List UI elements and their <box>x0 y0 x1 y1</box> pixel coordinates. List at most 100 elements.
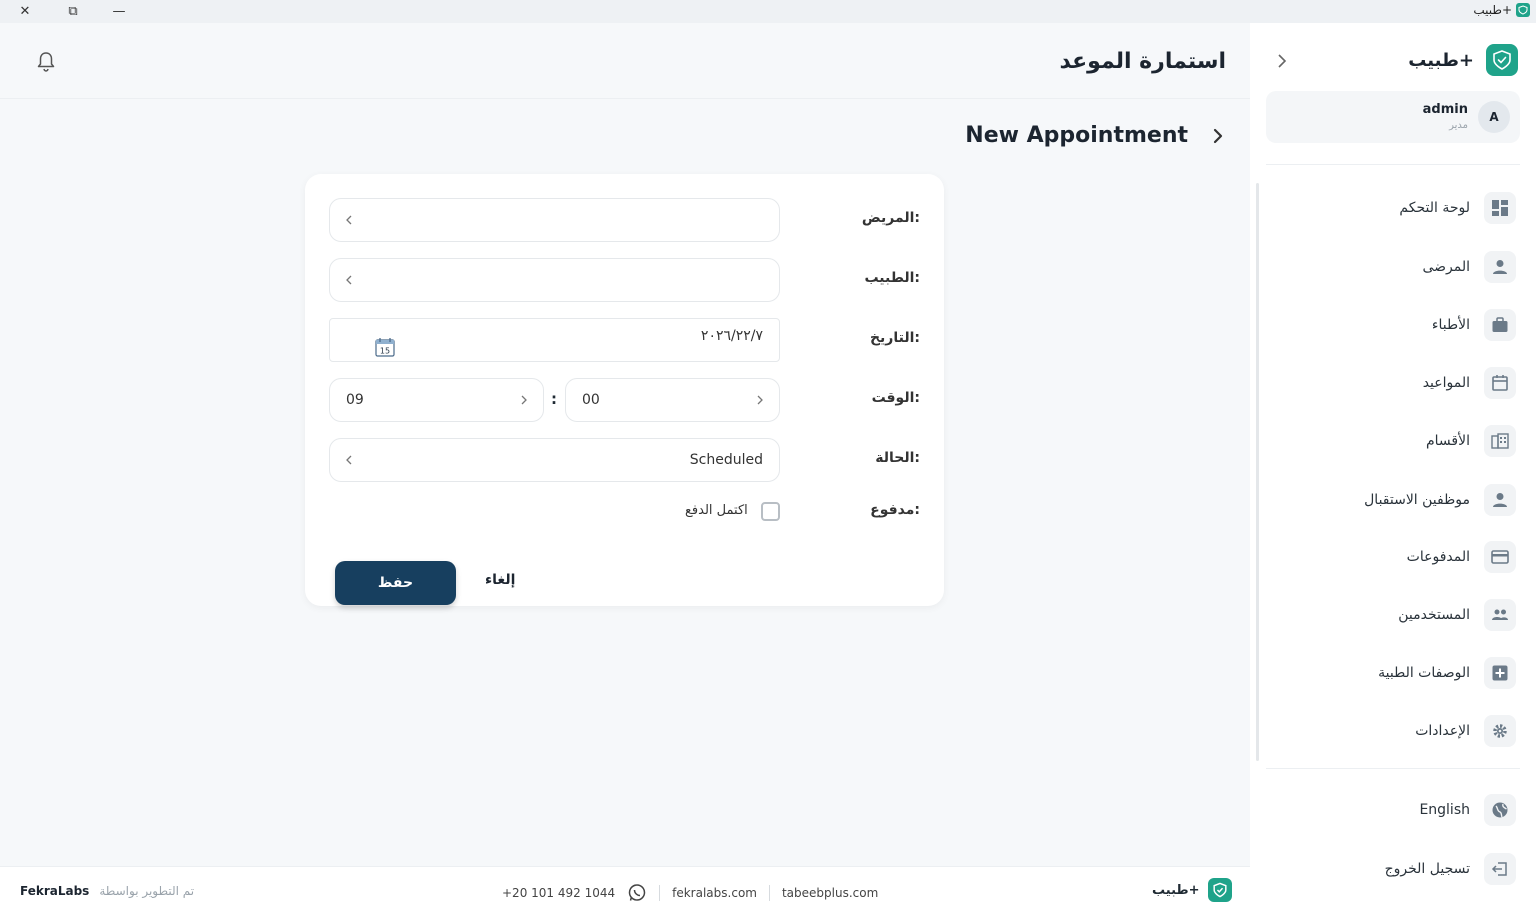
footer-separator <box>659 885 661 901</box>
calendar-icon <box>1484 367 1516 399</box>
person-icon <box>1484 484 1516 516</box>
status-label: الحالة: <box>875 450 920 466</box>
sidebar-item-label: المرضى <box>1422 259 1470 275</box>
footer-phone[interactable]: +20 101 492 1044 <box>502 886 615 900</box>
footer-brand: طبيب+ <box>1152 878 1232 902</box>
chevron-down-icon <box>346 275 352 285</box>
paid-label: مدفوع: <box>870 502 920 518</box>
paid-checkbox[interactable] <box>761 502 780 521</box>
user-card[interactable]: A admin مدير <box>1266 91 1520 143</box>
gear-icon <box>1484 715 1516 747</box>
sidebar-scrollbar[interactable] <box>1256 183 1259 761</box>
sidebar-item-label: الأقسام <box>1426 433 1470 449</box>
footer-site-fekralabs[interactable]: fekralabs.com <box>672 886 757 900</box>
doctor-label: الطبيب: <box>864 270 920 286</box>
patient-select[interactable] <box>329 198 780 242</box>
time-row: الوقت: 09 : 00 <box>329 378 920 422</box>
paid-row: مدفوع: اكتمل الدفع <box>329 498 920 526</box>
credit-card-icon <box>1484 541 1516 573</box>
sidebar-item-dashboard[interactable]: لوحة التحكم <box>1399 190 1516 226</box>
restore-window-button[interactable]: ⧉ <box>50 0 96 23</box>
notification-bell-icon[interactable] <box>36 51 56 73</box>
minimize-window-button[interactable]: — <box>96 0 142 23</box>
sidebar-item-label: موظفين الاستقبال <box>1364 492 1470 508</box>
date-value: ٢٠٢٦/٢٢/٧ <box>700 328 763 344</box>
appointment-form-card: المريض: الطبيب: التاريخ: ٢٠٢٦/٢٢/٧ 15 ال… <box>305 174 944 606</box>
sidebar-item-label: المدفوعات <box>1406 549 1470 565</box>
sidebar-item-payments[interactable]: المدفوعات <box>1407 539 1516 575</box>
footer-credits: FekraLabs تم التطوير بواسطة <box>20 884 194 898</box>
cancel-button[interactable]: إلغاء <box>485 572 515 588</box>
language-label: English <box>1419 802 1470 818</box>
sidebar-item-prescriptions[interactable]: الوصفات الطبية <box>1378 655 1516 691</box>
footer-separator <box>768 885 770 901</box>
hours-select[interactable]: 09 <box>329 378 544 422</box>
dashboard-icon <box>1484 192 1516 224</box>
sidebar-item-settings[interactable]: الإعدادات <box>1415 713 1516 749</box>
footer-developed-by: تم التطوير بواسطة <box>99 884 195 898</box>
sidebar-item-doctors[interactable]: الأطباء <box>1432 307 1516 343</box>
logout-icon <box>1484 853 1516 885</box>
whatsapp-icon[interactable] <box>627 883 647 903</box>
date-picker[interactable]: ٢٠٢٦/٢٢/٧ 15 <box>329 318 780 362</box>
person-icon <box>1484 251 1516 283</box>
sidebar-divider <box>1266 768 1520 769</box>
calendar-day-text: 15 <box>380 347 390 356</box>
time-label: الوقت: <box>871 390 920 406</box>
group-icon <box>1484 599 1516 631</box>
language-switch[interactable]: English <box>1419 792 1516 828</box>
footer-logo-icon <box>1207 878 1232 902</box>
sidebar-item-label: المواعيد <box>1422 375 1470 391</box>
window-title-text: طبيب+ <box>1473 3 1512 17</box>
logout-button[interactable]: تسجيل الخروج <box>1385 851 1516 887</box>
patient-row: المريض: <box>329 198 920 242</box>
form-subheader: New Appointment <box>965 123 1226 148</box>
save-button[interactable]: حفظ <box>335 561 456 605</box>
patient-label: المريض: <box>861 210 920 226</box>
building-icon <box>1484 425 1516 457</box>
date-row: التاريخ: ٢٠٢٦/٢٢/٧ 15 <box>329 318 920 362</box>
time-separator: : <box>551 390 557 408</box>
footer-company[interactable]: FekraLabs <box>20 884 89 898</box>
footer: FekraLabs تم التطوير بواسطة +20 101 492 … <box>0 866 1250 911</box>
sidebar-item-label: الوصفات الطبية <box>1378 665 1470 681</box>
back-arrow-icon[interactable] <box>1210 128 1226 144</box>
sidebar-item-label: لوحة التحكم <box>1399 200 1470 216</box>
window-titlebar: ✕ ⧉ — طبيب+ <box>0 0 1536 23</box>
sidebar-item-users[interactable]: المستخدمين <box>1398 597 1516 633</box>
sidebar-item-label: الإعدادات <box>1415 723 1470 739</box>
globe-icon <box>1484 794 1516 826</box>
chevron-down-icon <box>757 395 763 405</box>
sidebar-item-receptionists[interactable]: موظفين الاستقبال <box>1364 482 1516 518</box>
footer-site-tabeebplus[interactable]: tabeebplus.com <box>782 886 878 900</box>
paid-checkbox-label[interactable]: اكتمل الدفع <box>685 503 748 518</box>
sidebar-item-label: المستخدمين <box>1398 607 1470 623</box>
close-window-button[interactable]: ✕ <box>2 0 48 23</box>
sidebar-item-patients[interactable]: المرضى <box>1422 249 1516 285</box>
sidebar-divider <box>1266 164 1520 165</box>
sidebar: طبيب+ A admin مدير لوحة التحكم المرضى ال… <box>1250 23 1536 911</box>
footer-brand-name: طبيب+ <box>1152 882 1200 898</box>
sidebar-brand: طبيب+ <box>1408 44 1518 76</box>
status-row: الحالة: Scheduled <box>329 438 920 482</box>
page-header: استمارة الموعد <box>0 23 1250 99</box>
sidebar-item-departments[interactable]: الأقسام <box>1426 423 1516 459</box>
user-name: admin <box>1422 102 1468 117</box>
app-logo-icon <box>1516 3 1530 17</box>
page-title: استمارة الموعد <box>1059 49 1226 74</box>
chevron-down-icon <box>346 215 352 225</box>
status-select[interactable]: Scheduled <box>329 438 780 482</box>
date-label: التاريخ: <box>869 330 920 346</box>
hours-value: 09 <box>346 392 364 408</box>
form-title: New Appointment <box>965 123 1188 148</box>
calendar-picker-icon[interactable]: 15 <box>375 337 395 357</box>
footer-contacts: +20 101 492 1044 fekralabs.com tabeebplu… <box>502 883 878 903</box>
sidebar-item-appointments[interactable]: المواعيد <box>1423 365 1516 401</box>
minutes-select[interactable]: 00 <box>565 378 780 422</box>
user-role: مدير <box>1449 120 1468 131</box>
brand-logo-icon <box>1486 44 1518 76</box>
doctor-select[interactable] <box>329 258 780 302</box>
avatar: A <box>1478 101 1510 133</box>
collapse-sidebar-icon[interactable] <box>1276 53 1288 69</box>
chevron-down-icon <box>521 395 527 405</box>
